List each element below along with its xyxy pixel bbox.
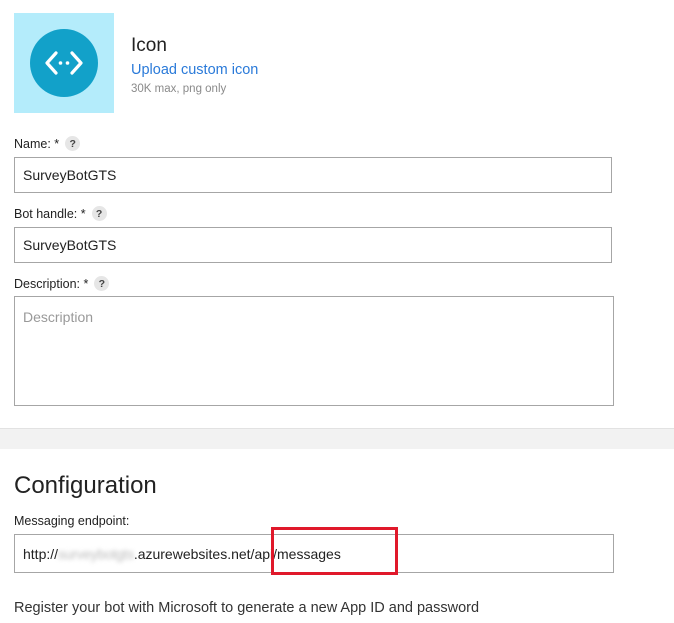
name-field-label: Name: * ? [14, 136, 81, 151]
name-label-text: Name: * [14, 136, 60, 151]
messaging-endpoint-label: Messaging endpoint: [14, 514, 129, 528]
bot-handle-help-icon[interactable]: ? [91, 206, 107, 221]
description-label-text: Description: * [14, 276, 89, 291]
bot-handle-field-label: Bot handle: * ? [14, 206, 107, 221]
messaging-endpoint-label-text: Messaging endpoint: [14, 514, 130, 528]
name-help-icon[interactable]: ? [65, 136, 81, 151]
endpoint-redacted-text: surveybotgts [58, 545, 134, 562]
messaging-endpoint-input[interactable]: http:// surveybotgts .azurewebsites.net/… [14, 534, 614, 573]
code-brackets-icon [30, 29, 98, 97]
section-divider [0, 428, 674, 449]
icon-heading: Icon [131, 35, 167, 56]
bot-icon-preview [14, 13, 114, 113]
description-field-label: Description: * ? [14, 276, 110, 291]
register-bot-text: Register your bot with Microsoft to gene… [14, 600, 480, 616]
upload-custom-icon-link[interactable]: Upload custom icon [131, 62, 258, 78]
bot-handle-input[interactable] [14, 227, 612, 263]
description-help-icon[interactable]: ? [94, 276, 110, 291]
name-input[interactable] [14, 157, 612, 193]
upload-hint: 30K max, png only [131, 83, 227, 95]
endpoint-prefix: http:// [23, 545, 59, 562]
endpoint-host: .azurewebsites.net/ [133, 545, 255, 562]
configuration-heading: Configuration [14, 472, 157, 499]
bot-handle-label-text: Bot handle: * [14, 206, 86, 221]
description-textarea[interactable] [14, 296, 614, 406]
endpoint-path: api/messages [254, 545, 341, 562]
